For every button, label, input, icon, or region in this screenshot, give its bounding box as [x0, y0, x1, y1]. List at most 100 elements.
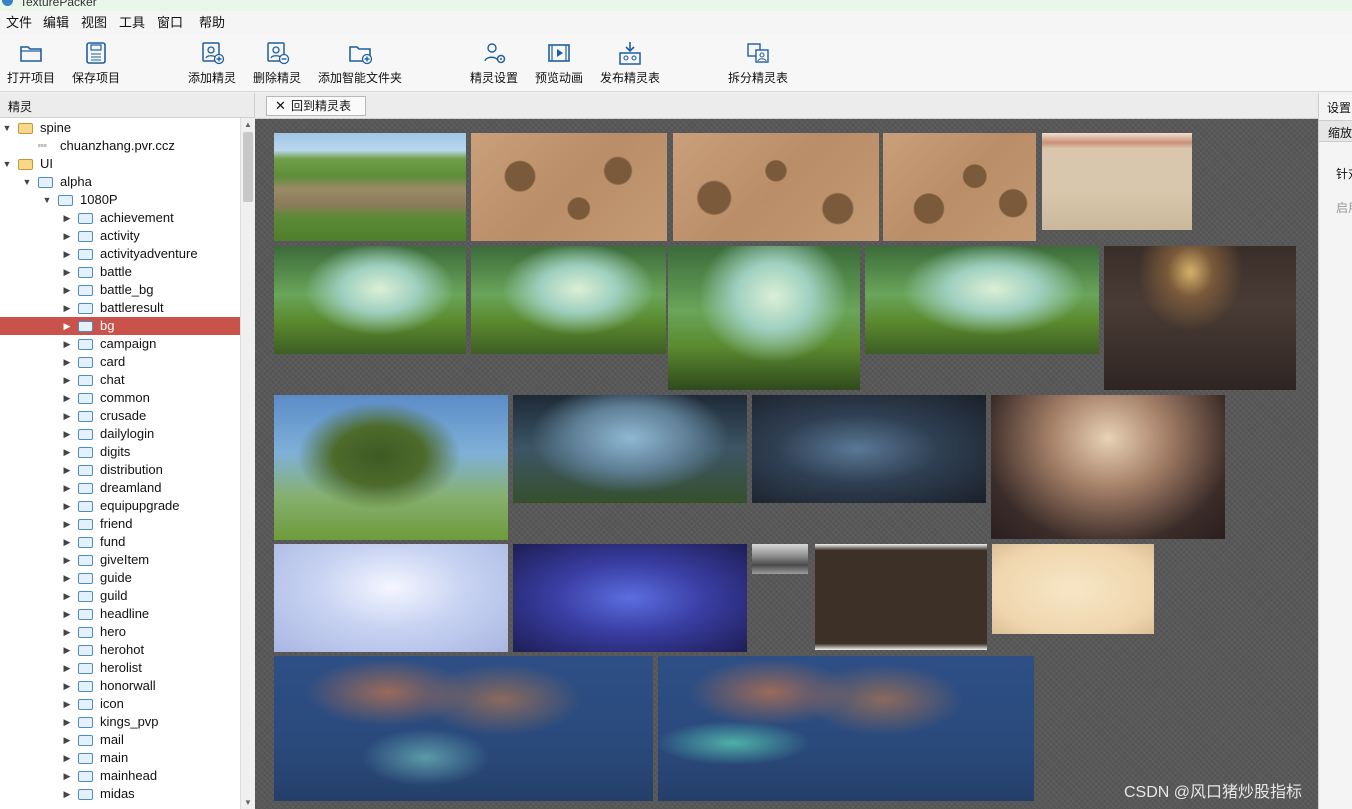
collapse-arrow-icon[interactable]: ▶	[62, 605, 72, 623]
menu-file[interactable]: 文件	[6, 14, 32, 31]
scroll-down-icon[interactable]: ▼	[244, 798, 252, 807]
collapse-arrow-icon[interactable]: ▶	[62, 407, 72, 425]
tree-item-equipupgrade[interactable]: ▶ equipupgrade	[0, 497, 240, 515]
tree-item-crusade[interactable]: ▶ crusade	[0, 407, 240, 425]
sprite-parchment-board[interactable]	[1042, 133, 1192, 230]
collapse-arrow-icon[interactable]: ▶	[62, 317, 72, 335]
collapse-arrow-icon[interactable]: ▶	[62, 713, 72, 731]
tree-item-headline[interactable]: ▶ headline	[0, 605, 240, 623]
tree-item-distribution[interactable]: ▶ distribution	[0, 461, 240, 479]
scrollbar-thumb[interactable]	[243, 132, 253, 202]
menu-help[interactable]: 帮助	[199, 14, 225, 31]
tree-item-activityadventure[interactable]: ▶ activityadventure	[0, 245, 240, 263]
tree-item-icon[interactable]: ▶ icon	[0, 695, 240, 713]
tree-item-1080p[interactable]: ▼ 1080P	[0, 191, 240, 209]
sprite-forest-1[interactable]	[274, 246, 466, 354]
collapse-arrow-icon[interactable]: ▶	[62, 641, 72, 659]
split-sprite-sheet-button[interactable]: 拆分精灵表	[726, 40, 790, 90]
add-smart-folder-button[interactable]: 添加智能文件夹	[316, 40, 404, 90]
tree-item-battle-bg[interactable]: ▶ battle_bg	[0, 281, 240, 299]
tree-item-kings-pvp[interactable]: ▶ kings_pvp	[0, 713, 240, 731]
preview-animation-button[interactable]: 预览动画	[533, 40, 585, 90]
publish-sprite-sheet-button[interactable]: 发布精灵表	[598, 40, 662, 90]
tree-item-guild[interactable]: ▶ guild	[0, 587, 240, 605]
tree-item-campaign[interactable]: ▶ campaign	[0, 335, 240, 353]
collapse-arrow-icon[interactable]: ▶	[62, 515, 72, 533]
tree-item-activity[interactable]: ▶ activity	[0, 227, 240, 245]
collapse-arrow-icon[interactable]: ▶	[62, 389, 72, 407]
collapse-arrow-icon[interactable]: ▶	[62, 227, 72, 245]
sprite-cream-frame[interactable]	[992, 544, 1154, 634]
collapse-arrow-icon[interactable]: ▶	[62, 425, 72, 443]
sprite-forest-3[interactable]	[668, 246, 860, 390]
sprite-dark-frame[interactable]	[815, 544, 987, 650]
collapse-arrow-icon[interactable]: ▶	[62, 353, 72, 371]
collapse-arrow-icon[interactable]: ▶	[62, 479, 72, 497]
collapse-arrow-icon[interactable]: ▶	[62, 263, 72, 281]
tree-item-chuanzhang-pvr-ccz[interactable]: ≡≡≡ chuanzhang.pvr.ccz	[0, 137, 240, 155]
sprite-stone-strip[interactable]	[752, 544, 808, 574]
tree-item-guide[interactable]: ▶ guide	[0, 569, 240, 587]
menu-window[interactable]: 窗口	[157, 14, 183, 31]
tree-item-dailylogin[interactable]: ▶ dailylogin	[0, 425, 240, 443]
expand-arrow-icon[interactable]: ▼	[42, 191, 52, 209]
scroll-up-icon[interactable]: ▲	[244, 120, 252, 129]
sprite-settings-button[interactable]: 精灵设置	[468, 40, 520, 90]
menu-view[interactable]: 视图	[81, 14, 107, 31]
collapse-arrow-icon[interactable]: ▶	[62, 731, 72, 749]
tree-item-common[interactable]: ▶ common	[0, 389, 240, 407]
tree-item-fund[interactable]: ▶ fund	[0, 533, 240, 551]
tree-item-achievement[interactable]: ▶ achievement	[0, 209, 240, 227]
tree-item-dreamland[interactable]: ▶ dreamland	[0, 479, 240, 497]
collapse-arrow-icon[interactable]: ▶	[62, 569, 72, 587]
sprite-map-path-1[interactable]	[471, 133, 667, 241]
scale-tab[interactable]: 缩放	[1319, 120, 1352, 142]
sprite-cathedral[interactable]	[991, 395, 1225, 539]
collapse-arrow-icon[interactable]: ▶	[62, 695, 72, 713]
sprite-world-map-1[interactable]	[274, 656, 653, 801]
tree-item-ui[interactable]: ▼ UI	[0, 155, 240, 173]
collapse-arrow-icon[interactable]: ▶	[62, 767, 72, 785]
collapse-arrow-icon[interactable]: ▶	[62, 443, 72, 461]
tree-item-chat[interactable]: ▶ chat	[0, 371, 240, 389]
tree-item-friend[interactable]: ▶ friend	[0, 515, 240, 533]
add-sprite-button[interactable]: 添加精灵	[186, 40, 238, 90]
tree-item-card[interactable]: ▶ card	[0, 353, 240, 371]
tree-item-honorwall[interactable]: ▶ honorwall	[0, 677, 240, 695]
tree-scrollbar[interactable]: ▲ ▼	[240, 118, 255, 809]
sprite-throne-hall[interactable]	[1104, 246, 1296, 390]
menu-edit[interactable]: 编辑	[43, 14, 69, 31]
collapse-arrow-icon[interactable]: ▶	[62, 209, 72, 227]
collapse-arrow-icon[interactable]: ▶	[62, 371, 72, 389]
collapse-arrow-icon[interactable]: ▶	[62, 749, 72, 767]
collapse-arrow-icon[interactable]: ▶	[62, 299, 72, 317]
tree-item-giveitem[interactable]: ▶ giveItem	[0, 551, 240, 569]
sprite-map-path-3[interactable]	[883, 133, 1036, 241]
remove-sprite-button[interactable]: 删除精灵	[251, 40, 303, 90]
tree-item-alpha[interactable]: ▼ alpha	[0, 173, 240, 191]
collapse-arrow-icon[interactable]: ▶	[62, 497, 72, 515]
menu-tools[interactable]: 工具	[119, 14, 145, 31]
collapse-arrow-icon[interactable]: ▶	[62, 461, 72, 479]
collapse-arrow-icon[interactable]: ▶	[62, 623, 72, 641]
collapse-arrow-icon[interactable]: ▶	[62, 335, 72, 353]
sprite-night-sky[interactable]	[513, 544, 747, 652]
tree-item-midas[interactable]: ▶ midas	[0, 785, 240, 803]
expand-arrow-icon[interactable]: ▼	[22, 173, 32, 191]
sprite-world-map-2[interactable]	[658, 656, 1034, 801]
sprite-grass-field[interactable]	[274, 133, 466, 241]
collapse-arrow-icon[interactable]: ▶	[62, 587, 72, 605]
collapse-arrow-icon[interactable]: ▶	[62, 659, 72, 677]
tree-item-battle[interactable]: ▶ battle	[0, 263, 240, 281]
open-project-button[interactable]: 打开项目	[5, 40, 57, 90]
collapse-arrow-icon[interactable]: ▶	[62, 245, 72, 263]
tree-item-herohot[interactable]: ▶ herohot	[0, 641, 240, 659]
sprite-island-tree[interactable]	[274, 395, 508, 540]
sprite-sheet-canvas[interactable]	[255, 119, 1318, 809]
collapse-arrow-icon[interactable]: ▶	[62, 281, 72, 299]
sprite-pale-sky[interactable]	[274, 544, 508, 652]
expand-arrow-icon[interactable]: ▼	[2, 119, 12, 137]
sprite-forest-2[interactable]	[471, 246, 666, 354]
tree-item-main[interactable]: ▶ main	[0, 749, 240, 767]
sprite-blue-gate[interactable]	[752, 395, 986, 503]
